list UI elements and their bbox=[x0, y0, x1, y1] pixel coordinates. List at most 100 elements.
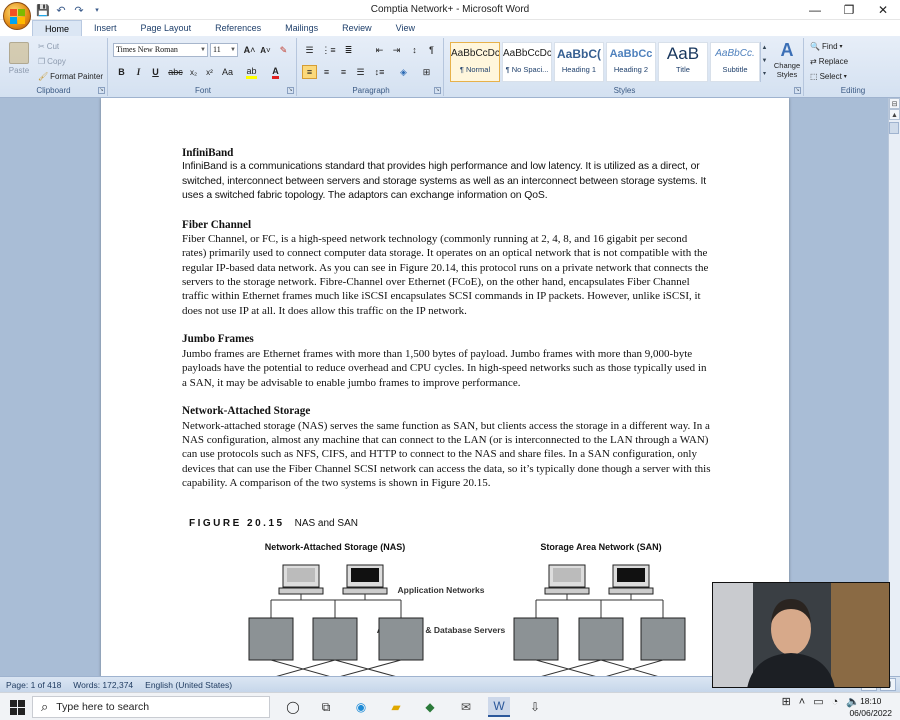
find-button[interactable]: 🔍 Find ▾ bbox=[810, 42, 843, 51]
section-body: Fiber Channel, or FC, is a high-speed ne… bbox=[182, 233, 709, 317]
borders-icon[interactable]: ⊞ bbox=[419, 65, 434, 79]
italic-icon[interactable]: I bbox=[131, 65, 146, 79]
select-button[interactable]: ⬚ Select ▾ bbox=[810, 72, 847, 81]
store-icon[interactable]: ◆ bbox=[419, 697, 441, 717]
copy-button[interactable]: ❐ Copy bbox=[38, 57, 66, 66]
style-no-spacing[interactable]: AaBbCcDc ¶ No Spaci... bbox=[502, 42, 552, 82]
tab-insert[interactable]: Insert bbox=[82, 20, 129, 36]
tab-page-layout[interactable]: Page Layout bbox=[129, 20, 204, 36]
paste-button[interactable]: Paste bbox=[4, 40, 34, 82]
change-styles-button[interactable]: A Change Styles bbox=[770, 40, 804, 79]
font-size-combo[interactable]: 11 ▼ bbox=[210, 43, 238, 57]
document-page[interactable]: InfiniBand InfiniBand is a communication… bbox=[101, 98, 789, 676]
replace-button[interactable]: ⇄ Replace bbox=[810, 57, 848, 66]
network-icon[interactable]: ▭ bbox=[813, 695, 823, 708]
scroll-thumb[interactable] bbox=[889, 122, 899, 134]
clipboard-group-label: Clipboard bbox=[36, 86, 71, 95]
clock[interactable]: 18:10 06/06/2022 bbox=[849, 695, 892, 719]
minimize-button[interactable]: — bbox=[798, 0, 832, 20]
nas-title: Network-Attached Storage (NAS) bbox=[265, 542, 406, 552]
highlight-icon[interactable]: ab bbox=[244, 65, 259, 79]
language[interactable]: English (United States) bbox=[139, 680, 238, 690]
superscript-icon[interactable]: x² bbox=[202, 65, 217, 79]
chevron-down-icon: ▾ bbox=[843, 74, 847, 80]
align-left-icon[interactable]: ≡ bbox=[302, 65, 317, 79]
style-normal[interactable]: AaBbCcDc ¶ Normal bbox=[450, 42, 500, 82]
line-spacing-icon[interactable]: ↕≡ bbox=[372, 65, 387, 79]
shading-icon[interactable]: ◈ bbox=[396, 65, 411, 79]
language-bar-icon[interactable]: ⊞ bbox=[782, 695, 791, 708]
grow-font-icon[interactable]: A ˄ bbox=[242, 43, 257, 57]
restore-button[interactable]: ❐ bbox=[832, 0, 866, 20]
section-heading: InfiniBand bbox=[182, 147, 234, 159]
align-center-icon[interactable]: ≡ bbox=[319, 65, 334, 79]
increase-indent-icon[interactable]: ⇥ bbox=[389, 43, 404, 57]
paragraph-launcher-icon[interactable]: ↘ bbox=[434, 87, 441, 94]
numbering-icon[interactable]: ⋮≡ bbox=[321, 43, 336, 57]
time: 18:10 bbox=[860, 696, 882, 706]
styles-launcher-icon[interactable]: ↘ bbox=[794, 87, 801, 94]
cortana-icon[interactable]: ◯ bbox=[282, 697, 304, 717]
align-right-icon[interactable]: ≡ bbox=[336, 65, 351, 79]
strikethrough-icon[interactable]: abc bbox=[168, 65, 183, 79]
font-color-icon[interactable]: A bbox=[268, 65, 283, 79]
subscript-icon[interactable]: x₂ bbox=[186, 65, 201, 79]
scroll-up-icon[interactable]: ▲ bbox=[889, 109, 900, 120]
style-title[interactable]: AaB Title bbox=[658, 42, 708, 82]
show-hidden-icons-icon[interactable]: ˄ bbox=[799, 696, 805, 708]
style-heading-1[interactable]: AaBbC(Heading 1 bbox=[554, 42, 604, 82]
word-taskbar-icon[interactable]: W bbox=[488, 697, 510, 717]
date: 06/06/2022 bbox=[849, 708, 892, 718]
multilevel-list-icon[interactable]: ≣ bbox=[341, 43, 356, 57]
office-logo-icon bbox=[9, 8, 25, 24]
bullets-icon[interactable]: ☰ bbox=[302, 43, 317, 57]
word-count[interactable]: Words: 172,374 bbox=[67, 680, 139, 690]
style-sample: AaBbCcDc bbox=[503, 48, 551, 59]
styles-scroll[interactable]: ▲ ▼ ▾ bbox=[760, 42, 768, 82]
window-title: Comptia Network+ - Microsoft Word bbox=[370, 4, 530, 15]
file-explorer-icon[interactable]: ▰ bbox=[385, 697, 407, 717]
format-painter-button[interactable]: 🖌 Format Painter bbox=[38, 72, 103, 81]
document-content[interactable]: InfiniBand InfiniBand is a communication… bbox=[182, 146, 712, 505]
copy-label: Copy bbox=[47, 57, 66, 66]
change-case-icon[interactable]: Aa bbox=[220, 65, 235, 79]
tab-view[interactable]: View bbox=[384, 20, 427, 36]
show-formatting-icon[interactable]: ¶ bbox=[424, 43, 439, 57]
underline-icon[interactable]: U bbox=[148, 65, 163, 79]
office-button[interactable] bbox=[3, 2, 31, 30]
nas-pc-left bbox=[278, 564, 324, 595]
clipboard-launcher-icon[interactable]: ↘ bbox=[98, 87, 105, 94]
download-app-icon[interactable]: ⇩ bbox=[524, 697, 546, 717]
tab-mailings[interactable]: Mailings bbox=[273, 20, 330, 36]
font-group: Times New Roman ▼ 11 ▼ A ˄ A ˅ ✎ B I U abc x… bbox=[110, 38, 297, 96]
replace-icon: ⇄ bbox=[810, 57, 817, 66]
tab-home[interactable]: Home bbox=[32, 20, 83, 36]
task-view-icon[interactable]: ⧉ bbox=[315, 697, 337, 717]
wifi-icon[interactable]: ◔ bbox=[832, 696, 839, 708]
section-fiber-channel: Fiber Channel Fiber Channel, or FC, is a… bbox=[182, 218, 712, 318]
shrink-font-icon[interactable]: A ˅ bbox=[258, 43, 273, 57]
style-subtitle[interactable]: AaBbCc. Subtitle bbox=[710, 42, 760, 82]
font-launcher-icon[interactable]: ↘ bbox=[287, 87, 294, 94]
close-button[interactable]: ✕ bbox=[866, 0, 900, 20]
clear-formatting-icon[interactable]: ✎ bbox=[276, 43, 291, 57]
taskbar-search[interactable]: ⌕ Type here to search bbox=[32, 696, 270, 718]
page-count[interactable]: Page: 1 of 418 bbox=[0, 680, 67, 690]
find-label: Find bbox=[821, 42, 838, 51]
font-size-value: 11 bbox=[213, 45, 221, 54]
edge-icon[interactable]: ◉ bbox=[350, 697, 372, 717]
start-button[interactable] bbox=[6, 697, 28, 717]
decrease-indent-icon[interactable]: ⇤ bbox=[372, 43, 387, 57]
style-heading-2[interactable]: AaBbCc Heading 2 bbox=[606, 42, 656, 82]
tab-review[interactable]: Review bbox=[330, 20, 384, 36]
san-servers bbox=[513, 617, 686, 661]
tab-references[interactable]: References bbox=[203, 20, 273, 36]
font-name-combo[interactable]: Times New Roman ▼ bbox=[113, 43, 208, 57]
ruler-toggle-icon[interactable]: ⊟ bbox=[889, 98, 900, 109]
justify-icon[interactable]: ☰ bbox=[353, 65, 368, 79]
select-label: Select bbox=[819, 72, 842, 81]
sort-icon[interactable]: ↕ bbox=[407, 43, 422, 57]
cut-button[interactable]: ✂ Cut bbox=[38, 42, 59, 51]
mail-icon[interactable]: ✉ bbox=[455, 697, 477, 717]
bold-icon[interactable]: B bbox=[114, 65, 129, 79]
